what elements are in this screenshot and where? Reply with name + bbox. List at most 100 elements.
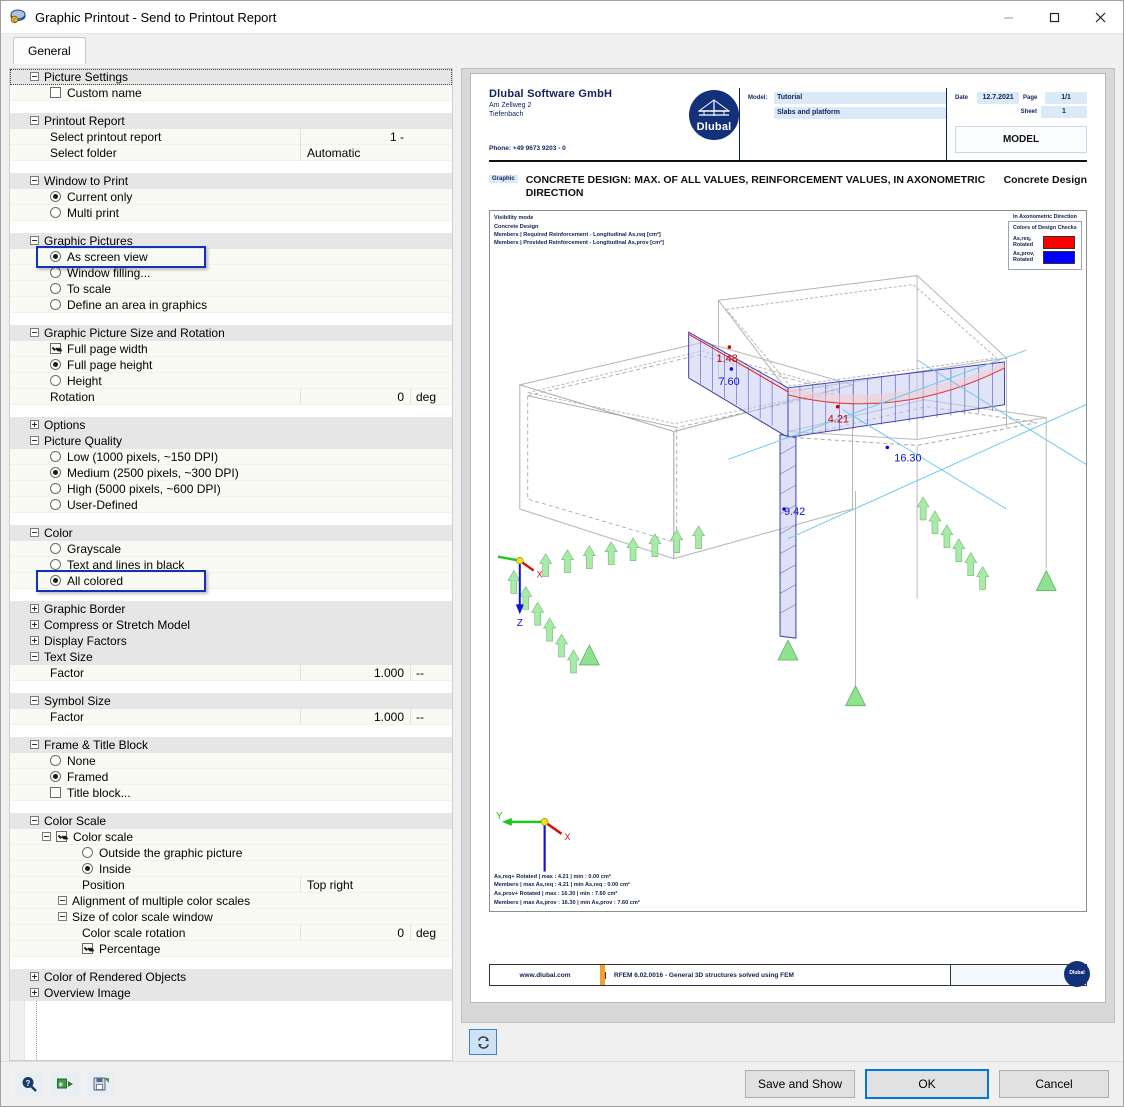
tree-group-display-factors[interactable]: Display Factors (10, 633, 452, 649)
radio-unselected-icon[interactable] (50, 483, 61, 494)
radio-unselected-icon[interactable] (50, 207, 61, 218)
export-button[interactable]: e (51, 1071, 79, 1097)
tree-row[interactable]: Select printout report 1 - (10, 128, 452, 145)
tree-group-graphic-picture-size-and-rotation[interactable]: Graphic Picture Size and Rotation (10, 325, 452, 341)
radio-unselected-icon[interactable] (50, 375, 61, 386)
settings-tree[interactable]: Picture Settings Custom name Printout Repo… (9, 68, 453, 1061)
tree-row[interactable]: To scale▱✖ (10, 281, 452, 297)
minimize-button[interactable] (985, 1, 1031, 33)
collapse-icon[interactable] (30, 236, 39, 245)
tree-group-color-scale[interactable]: Color Scale (10, 813, 452, 829)
tree-row[interactable]: Color scale (10, 829, 452, 845)
tree-row[interactable]: Height (10, 373, 452, 389)
tree-group-text-size[interactable]: Text Size (10, 649, 452, 665)
tree-group-picture-settings[interactable]: Picture Settings (10, 69, 452, 85)
checkbox-unchecked-icon[interactable] (50, 787, 61, 798)
tree-row[interactable]: Outside the graphic picture (10, 845, 452, 861)
collapse-icon[interactable] (30, 652, 39, 661)
radio-unselected-icon[interactable] (50, 755, 61, 766)
collapse-icon[interactable] (30, 72, 39, 81)
tree-row[interactable]: Multi print (10, 205, 452, 221)
tree-group-color-of-rendered-objects[interactable]: Color of Rendered Objects (10, 969, 452, 985)
tree-group-graphic-border[interactable]: Graphic Border (10, 601, 452, 617)
tab-general[interactable]: General (13, 37, 86, 64)
checkbox-unchecked-icon[interactable] (50, 87, 61, 98)
tree-row[interactable]: Grayscale (10, 541, 452, 557)
save-settings-button[interactable] (87, 1071, 115, 1097)
collapse-icon[interactable] (30, 176, 39, 185)
checkbox-checked-icon[interactable] (50, 343, 61, 354)
tree-row[interactable]: None (10, 753, 452, 769)
radio-unselected-icon[interactable] (50, 543, 61, 554)
tree-group-compress-or-stretch-model[interactable]: Compress or Stretch Model (10, 617, 452, 633)
tree-row[interactable]: As screen view (10, 249, 452, 265)
radio-selected-icon[interactable] (50, 251, 61, 262)
ok-button[interactable]: OK (865, 1069, 989, 1099)
tree-group-picture-quality[interactable]: Picture Quality (10, 433, 452, 449)
tree-row-value-cell[interactable]: Automatic (300, 144, 410, 161)
tree-row-value-cell[interactable]: 1.000 (300, 708, 410, 725)
radio-selected-icon[interactable] (50, 191, 61, 202)
cancel-button[interactable]: Cancel (999, 1070, 1109, 1098)
tree-row[interactable]: Define an area in graphics▱✖ (10, 297, 452, 313)
collapse-icon[interactable] (42, 832, 51, 841)
collapse-icon[interactable] (30, 528, 39, 537)
radio-selected-icon[interactable] (82, 863, 93, 874)
tree-row[interactable]: Text and lines in black (10, 557, 452, 573)
tree-row-value-cell[interactable]: 1 - (300, 128, 410, 145)
collapse-icon[interactable] (30, 436, 39, 445)
expand-icon[interactable] (30, 988, 39, 997)
collapse-icon[interactable] (30, 696, 39, 705)
tree-row[interactable]: Full page height (10, 357, 452, 373)
collapse-icon[interactable] (30, 116, 39, 125)
tree-row[interactable]: Color scale rotation 0 deg (10, 924, 452, 941)
tree-row[interactable]: Full page width (10, 341, 452, 357)
checkbox-checked-icon[interactable] (56, 831, 67, 842)
tree-row[interactable]: Position Top right (10, 876, 452, 893)
collapse-icon[interactable] (30, 740, 39, 749)
radio-unselected-icon[interactable] (50, 283, 61, 294)
radio-unselected-icon[interactable] (50, 267, 61, 278)
help-search-button[interactable]: ? (15, 1071, 43, 1097)
expand-icon[interactable] (30, 636, 39, 645)
tree-row[interactable]: Inside (10, 861, 452, 877)
expand-icon[interactable] (30, 604, 39, 613)
tree-row-value-cell[interactable]: Top right (300, 876, 410, 893)
tree-group-window-to-print[interactable]: Window to Print (10, 173, 452, 189)
tree-row[interactable]: Current only (10, 189, 452, 205)
tree-row[interactable]: Framed (10, 769, 452, 785)
tree-row[interactable]: Factor 1.000 -- (10, 708, 452, 725)
tree-row[interactable]: Medium (2500 pixels, ~300 DPI) (10, 465, 452, 481)
radio-selected-icon[interactable] (50, 575, 61, 586)
radio-selected-icon[interactable] (50, 467, 61, 478)
tree-row[interactable]: All colored (10, 573, 452, 589)
tree-row[interactable]: User-Defined (10, 497, 452, 513)
expand-icon[interactable] (58, 896, 67, 905)
tree-group-symbol-size[interactable]: Symbol Size (10, 693, 452, 709)
radio-unselected-icon[interactable] (82, 847, 93, 858)
maximize-button[interactable] (1031, 1, 1077, 33)
tree-row[interactable]: Custom name (10, 85, 452, 101)
expand-icon[interactable] (30, 620, 39, 629)
tree-group-printout-report[interactable]: Printout Report (10, 113, 452, 129)
refresh-preview-button[interactable] (469, 1029, 497, 1055)
tree-group-frame-title-block[interactable]: Frame & Title Block (10, 737, 452, 753)
tree-group-color[interactable]: Color (10, 525, 452, 541)
tree-group-options[interactable]: Options (10, 417, 452, 433)
expand-icon[interactable] (30, 420, 39, 429)
tree-row[interactable]: Title block... (10, 785, 452, 801)
tree-row-value-cell[interactable]: 0 (300, 388, 410, 405)
radio-unselected-icon[interactable] (50, 559, 61, 570)
tree-row[interactable]: Alignment of multiple color scales (10, 893, 452, 909)
tree-row-value-cell[interactable]: 0 (300, 924, 410, 941)
radio-selected-icon[interactable] (50, 359, 61, 370)
tree-row[interactable]: Rotation 0 deg (10, 388, 452, 405)
tree-row[interactable]: Percentage (10, 941, 452, 957)
preview-viewport[interactable]: Dlubal Software GmbH Am Zellweg 2 Tiefen… (461, 68, 1115, 1023)
tree-row[interactable]: Select folder Automatic (10, 144, 452, 161)
tree-row-value-cell[interactable]: 1.000 (300, 664, 410, 681)
tree-row[interactable]: High (5000 pixels, ~600 DPI) (10, 481, 452, 497)
radio-unselected-icon[interactable] (50, 299, 61, 310)
checkbox-checked-icon[interactable] (82, 943, 93, 954)
tree-row[interactable]: Size of color scale window (10, 909, 452, 925)
